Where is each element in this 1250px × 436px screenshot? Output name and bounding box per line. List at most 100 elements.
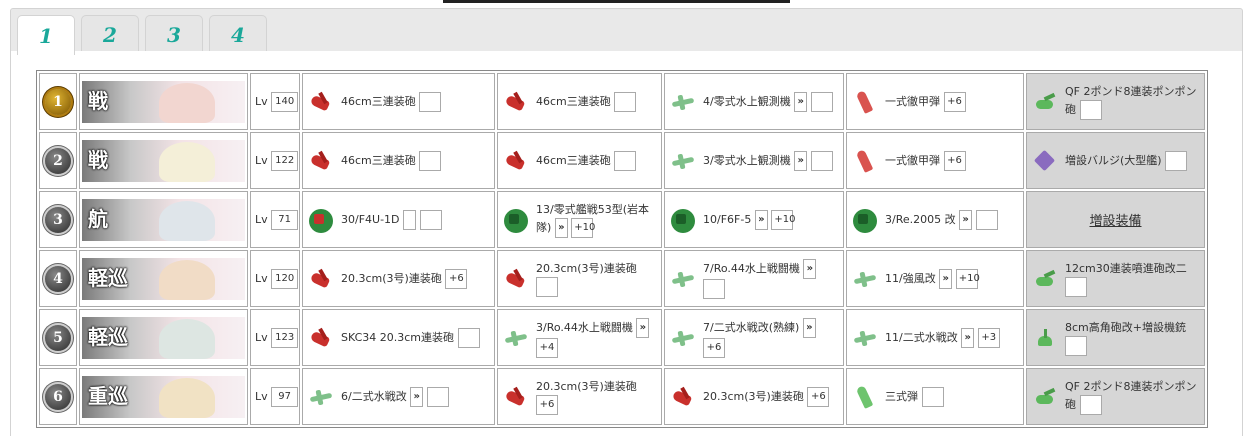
improvement-level-field[interactable] xyxy=(975,209,998,230)
equipment-slot[interactable]: 13/零式艦戦53型(岩本隊) » +10 xyxy=(498,192,661,247)
shell-green-icon xyxy=(853,385,877,409)
equipment-slot[interactable]: 30/F4U-1D xyxy=(303,192,494,247)
improvement-level-field[interactable]: +10 xyxy=(571,218,595,238)
equipment-slot[interactable]: 46cm三連装砲 xyxy=(303,74,494,129)
equipment-slot[interactable]: 4/零式水上観測機 » xyxy=(665,74,843,129)
slot-expand-button[interactable]: » xyxy=(410,386,424,407)
tab-fleet-4[interactable]: 4 xyxy=(209,15,267,54)
improvement-level-field[interactable]: +6 xyxy=(807,386,830,407)
slot-expand-button[interactable]: » xyxy=(754,209,768,230)
slot-expand-button[interactable]: » xyxy=(959,209,973,230)
equipment-slot[interactable]: 11/二式水戦改 » +3 xyxy=(847,310,1023,365)
equipment-slot[interactable]: 20.3cm(3号)連装砲 +6 xyxy=(665,369,843,424)
ship-number-badge: 1 xyxy=(45,88,71,115)
equipment-slot[interactable]: 20.3cm(3号)連装砲 +6 xyxy=(498,369,661,424)
improvement-level-field[interactable]: +10 xyxy=(771,209,795,230)
equipment-slot[interactable]: 46cm三連装砲 xyxy=(498,74,661,129)
slot-expand-button[interactable]: » xyxy=(554,218,568,238)
equipment-slot[interactable]: 46cm三連装砲 xyxy=(303,133,494,188)
improvement-level-field[interactable] xyxy=(536,277,558,297)
equipment-slot[interactable]: QF 2ポンド8連装ポンポン砲 xyxy=(1027,74,1204,129)
slot-expand-button[interactable]: » xyxy=(803,258,817,279)
improvement-level-field[interactable]: +6 xyxy=(536,395,558,415)
aa-icon xyxy=(1033,326,1057,350)
improvement-level-field[interactable] xyxy=(419,150,442,171)
improvement-level-field[interactable]: +4 xyxy=(536,337,558,358)
improvement-level-field[interactable]: +10 xyxy=(955,268,980,289)
equipment-slot[interactable]: QF 2ポンド8連装ポンポン砲 xyxy=(1027,369,1204,424)
equipment-slot[interactable]: 20.3cm(3号)連装砲 +6 xyxy=(303,251,494,306)
improvement-level-field[interactable] xyxy=(457,327,480,348)
tab-fleet-1[interactable]: 1 xyxy=(17,15,75,55)
ship-banner[interactable]: 戦 xyxy=(82,80,245,123)
slot-expand-button[interactable]: » xyxy=(802,317,816,338)
improvement-level-field[interactable] xyxy=(810,150,833,171)
ship-banner[interactable]: 重巡 xyxy=(82,375,245,418)
ship-row: 5 軽巡 Lv 123 SKC34 20.3cm連装砲 3/Ro.44水上戦闘機 » … xyxy=(39,309,1205,366)
slot-expand-button[interactable]: » xyxy=(961,327,975,348)
level-field[interactable]: 122 xyxy=(271,150,299,171)
improvement-level-field[interactable]: +6 xyxy=(703,337,725,358)
equipment-name: 6/二式水戦改 xyxy=(341,389,407,403)
improvement-level-field[interactable] xyxy=(614,150,637,171)
ship-banner[interactable]: 軽巡 xyxy=(82,257,245,300)
equipment-slot[interactable]: SKC34 20.3cm連装砲 xyxy=(303,310,494,365)
level-field[interactable]: 97 xyxy=(271,386,299,407)
slot-expand-button[interactable]: » xyxy=(636,317,650,338)
improvement-level-field[interactable]: +6 xyxy=(445,268,468,289)
improvement-level-field[interactable] xyxy=(419,91,442,112)
tab-fleet-3[interactable]: 3 xyxy=(145,15,203,54)
ship-banner[interactable]: 戦 xyxy=(82,139,245,182)
slot-expand-button[interactable]: » xyxy=(794,91,808,112)
improvement-level-field[interactable] xyxy=(1079,395,1102,415)
equipment-slot[interactable]: 三式弾 xyxy=(847,369,1023,424)
equipment-slot[interactable]: 一式徹甲弾 +6 xyxy=(847,74,1023,129)
level-label: Lv xyxy=(255,153,268,167)
level-field[interactable]: 71 xyxy=(271,209,299,230)
equipment-slot[interactable]: 3/Re.2005 改 » xyxy=(847,192,1023,247)
level-field[interactable]: 120 xyxy=(271,268,299,289)
equipment-slot[interactable]: 3/Ro.44水上戦闘機 » +4 xyxy=(498,310,661,365)
improvement-level-field[interactable] xyxy=(810,91,833,112)
equipment-slot[interactable]: 46cm三連装砲 xyxy=(498,133,661,188)
equipment-name: 8cm高角砲改+増設機銃 xyxy=(1065,321,1186,334)
level-field[interactable]: 123 xyxy=(271,327,299,348)
improvement-level-field[interactable] xyxy=(419,209,442,230)
shell-icon xyxy=(853,149,877,173)
equipment-slot[interactable]: 8cm高角砲改+増設機銃 xyxy=(1027,310,1204,365)
improvement-level-field[interactable] xyxy=(921,386,944,407)
add-reinforcement-slot-link[interactable]: 増設装備 xyxy=(1027,210,1204,229)
improvement-level-field[interactable] xyxy=(614,91,637,112)
slot-expand-button[interactable] xyxy=(403,209,417,230)
level-field[interactable]: 140 xyxy=(271,91,299,112)
ship-banner[interactable]: 軽巡 xyxy=(82,316,245,359)
level-label: Lv xyxy=(255,271,268,285)
improvement-level-field[interactable]: +6 xyxy=(943,150,966,171)
improvement-level-field[interactable] xyxy=(1079,100,1102,120)
ship-banner[interactable]: 航 xyxy=(82,198,245,241)
slot-expand-button[interactable]: » xyxy=(939,268,953,289)
equipment-name: 三式弾 xyxy=(885,389,918,403)
improvement-level-field[interactable] xyxy=(1165,150,1188,171)
equipment-slot[interactable]: 20.3cm(3号)連装砲 xyxy=(498,251,661,306)
equipment-slot[interactable]: 7/Ro.44水上戦闘機 » xyxy=(665,251,843,306)
equipment-slot[interactable]: 6/二式水戦改 » xyxy=(303,369,494,424)
ship-portrait xyxy=(159,377,215,418)
improvement-level-field[interactable]: +6 xyxy=(943,91,966,112)
equipment-slot[interactable]: 11/強風改 » +10 xyxy=(847,251,1023,306)
improvement-level-field[interactable] xyxy=(703,278,725,299)
equipment-slot[interactable]: 12cm30連装噴進砲改二 xyxy=(1027,251,1204,306)
equipment-slot[interactable]: 増設バルジ(大型艦) xyxy=(1027,133,1204,188)
improvement-level-field[interactable] xyxy=(1065,336,1087,356)
equipment-slot[interactable]: 3/零式水上観測機 » xyxy=(665,133,843,188)
slot-expand-button[interactable]: » xyxy=(794,150,808,171)
improvement-level-field[interactable]: +3 xyxy=(977,327,1000,348)
equipment-slot[interactable]: 10/F6F-5 » +10 xyxy=(665,192,843,247)
tab-fleet-2[interactable]: 2 xyxy=(81,15,139,54)
improvement-level-field[interactable] xyxy=(426,386,449,407)
ship-number-badge: 2 xyxy=(45,147,71,174)
equipment-slot[interactable]: 一式徹甲弾 +6 xyxy=(847,133,1023,188)
improvement-level-field[interactable] xyxy=(1065,277,1087,297)
equipment-slot[interactable]: 7/二式水戦改(熟練) » +6 xyxy=(665,310,843,365)
ship-class-label: 航 xyxy=(88,206,108,231)
